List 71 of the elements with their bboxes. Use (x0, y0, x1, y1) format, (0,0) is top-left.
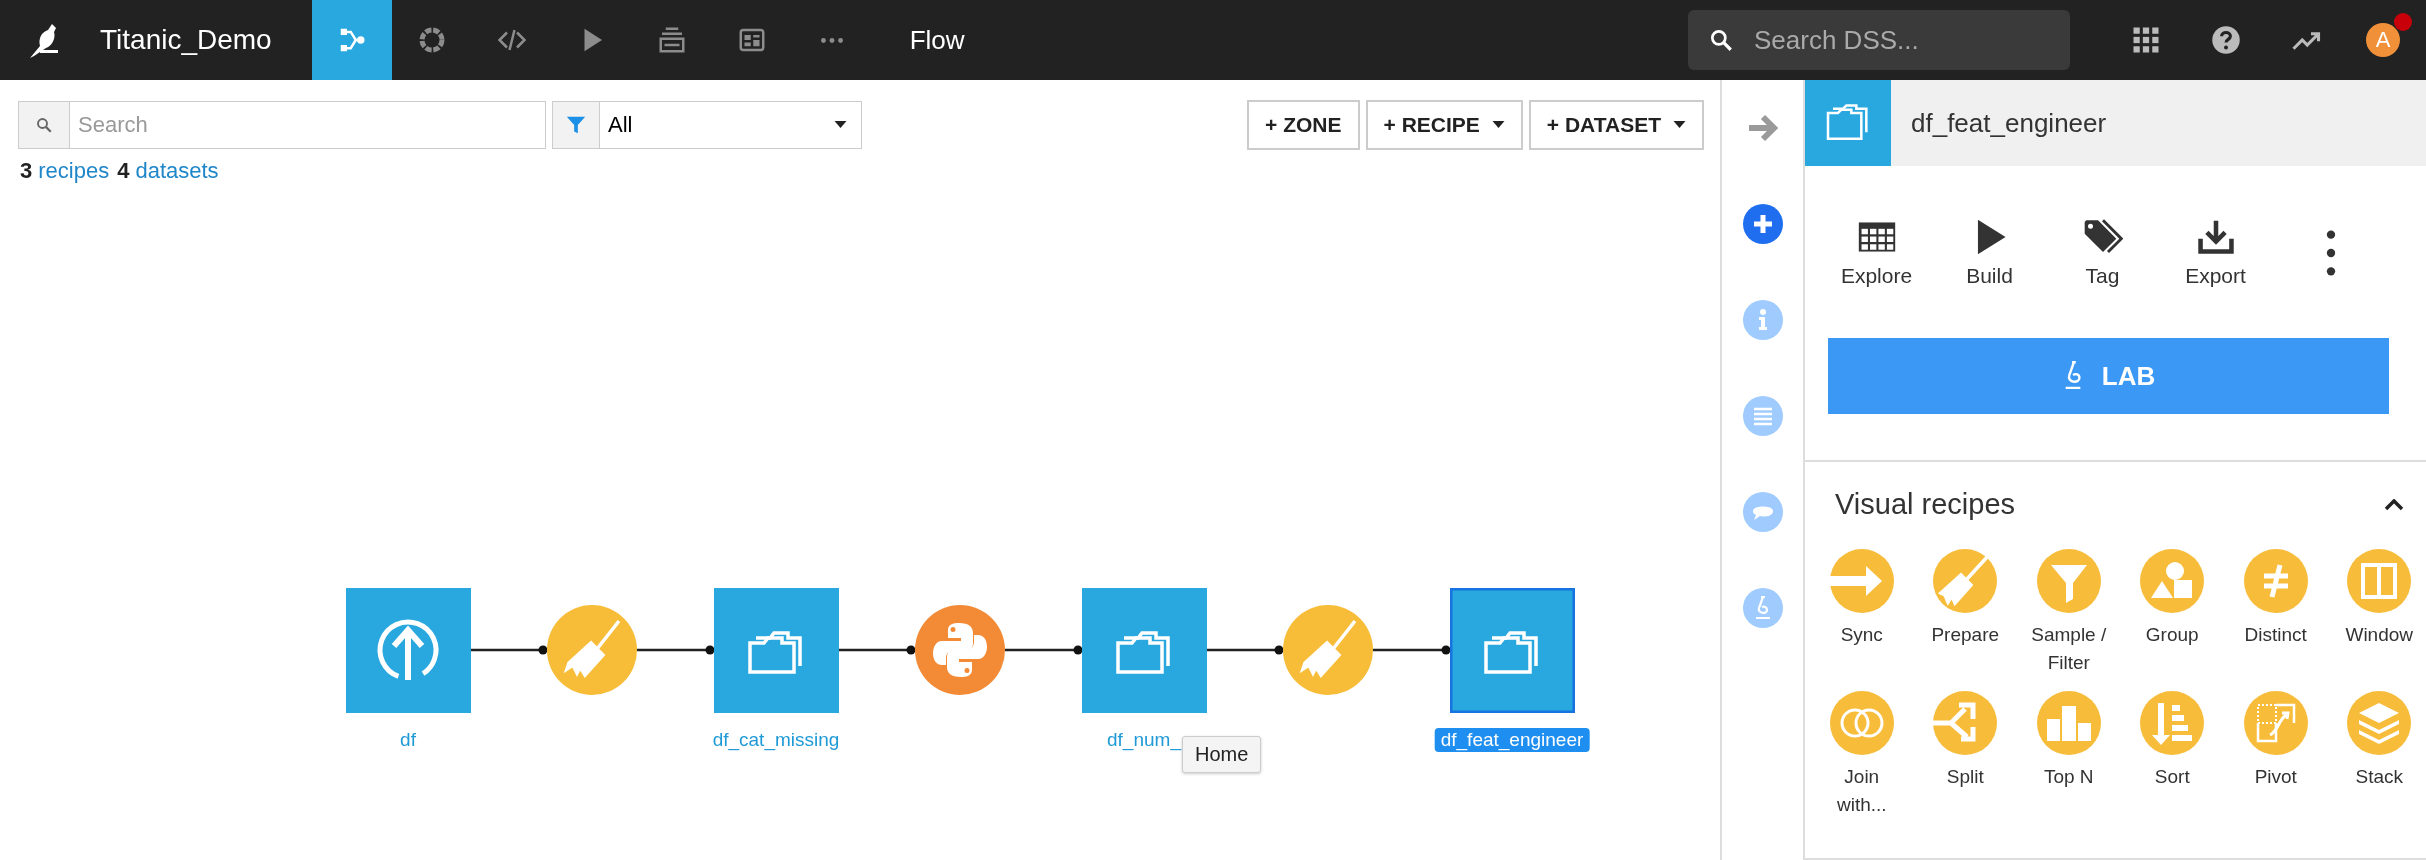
search-icon (1708, 27, 1734, 53)
add-button[interactable]: + ZONE (1247, 100, 1360, 150)
circle-icon (1742, 204, 1783, 244)
filter-icon (2036, 549, 2101, 613)
visual-recipe-tile[interactable]: Join with... (1810, 691, 1914, 819)
filter-icon[interactable] (565, 114, 587, 136)
more-icon (820, 37, 843, 43)
count-link[interactable]: recipes (38, 158, 110, 184)
info-rail-button[interactable] (1742, 300, 1783, 340)
distinct-icon (2243, 549, 2308, 613)
pivot-icon (2243, 691, 2308, 755)
item-count: 3 (20, 158, 33, 184)
circle-icon (1742, 492, 1783, 532)
help-icon[interactable] (2211, 25, 2241, 55)
visual-recipe-tile[interactable]: Group (2120, 549, 2224, 677)
more-icon[interactable] (2325, 228, 2337, 278)
count-link[interactable]: datasets (135, 158, 219, 184)
visual-recipe-tile[interactable]: Sort (2120, 691, 2224, 819)
visual-recipe-tile[interactable]: Split (1913, 691, 2017, 819)
visual-recipe-tile[interactable]: Pivot (2224, 691, 2328, 819)
circle-icon (1742, 396, 1783, 436)
project-name[interactable]: Titanic_Demo (100, 24, 272, 56)
build-button[interactable]: Build (1933, 218, 2046, 288)
dataset-node[interactable] (1450, 588, 1575, 713)
group-icon (2140, 549, 2205, 613)
window-icon (2347, 549, 2412, 613)
visual-recipe-tile[interactable]: Sample / Filter (2017, 549, 2121, 677)
broom-recipe-node[interactable] (547, 605, 637, 695)
sync-icon (1829, 549, 1894, 613)
search-icon (35, 116, 53, 134)
split-icon (1933, 691, 1998, 755)
tag-icon (2082, 218, 2123, 256)
chevron-icon[interactable] (2384, 498, 2404, 511)
circle-icon (1742, 588, 1783, 628)
plus-rail-button[interactable] (1742, 204, 1783, 244)
visual-recipe-tile[interactable]: Prepare (1913, 549, 2017, 677)
apps-grid-icon[interactable] (2131, 25, 2161, 55)
join-icon (1829, 691, 1894, 755)
download-icon (2195, 218, 2236, 256)
sort-icon (2140, 691, 2205, 755)
export-button[interactable]: Export (2159, 218, 2272, 288)
circle-icon (1742, 300, 1783, 340)
comment-rail-button[interactable] (1742, 492, 1783, 532)
dataset-node[interactable] (1082, 588, 1207, 713)
tooltip: Home (1182, 736, 1262, 773)
add-button[interactable]: + DATASET (1528, 100, 1704, 150)
lab-rail-button[interactable] (1742, 588, 1783, 628)
list-rail-button[interactable] (1742, 396, 1783, 436)
topn-icon (2036, 691, 2101, 755)
prepare-icon (1933, 549, 1998, 613)
visual-recipe-tile[interactable]: Top N (2017, 691, 2121, 819)
python-recipe-node[interactable] (915, 605, 1005, 695)
visual-recipe-tile[interactable]: Stack (2327, 691, 2426, 819)
section-title: Visual recipes (1835, 488, 2015, 521)
visual-recipe-tile[interactable]: Distinct (2224, 549, 2328, 677)
global-search-field[interactable]: Search DSS... (1688, 10, 2070, 70)
caret-icon (834, 121, 847, 129)
visual-recipe-tile[interactable]: Window (2327, 549, 2426, 677)
upload-dataset-node[interactable] (346, 588, 471, 713)
explore-button[interactable]: Explore (1820, 218, 1933, 288)
tag-button[interactable]: Tag (2046, 218, 2159, 288)
visual-recipe-tile[interactable]: Sync (1810, 549, 1914, 677)
flow-nav-button[interactable] (311, 0, 392, 80)
dataset-title: df_feat_engineer (1911, 107, 2107, 139)
dataset-node[interactable] (714, 588, 839, 713)
add-button[interactable]: + RECIPE (1365, 100, 1523, 150)
item-count: 4 (117, 158, 130, 184)
stack-icon (2347, 691, 2412, 755)
broom-recipe-node[interactable] (1283, 605, 1373, 695)
global-search-input[interactable]: Search DSS... (1752, 23, 2056, 57)
page-title: Flow (909, 24, 965, 56)
